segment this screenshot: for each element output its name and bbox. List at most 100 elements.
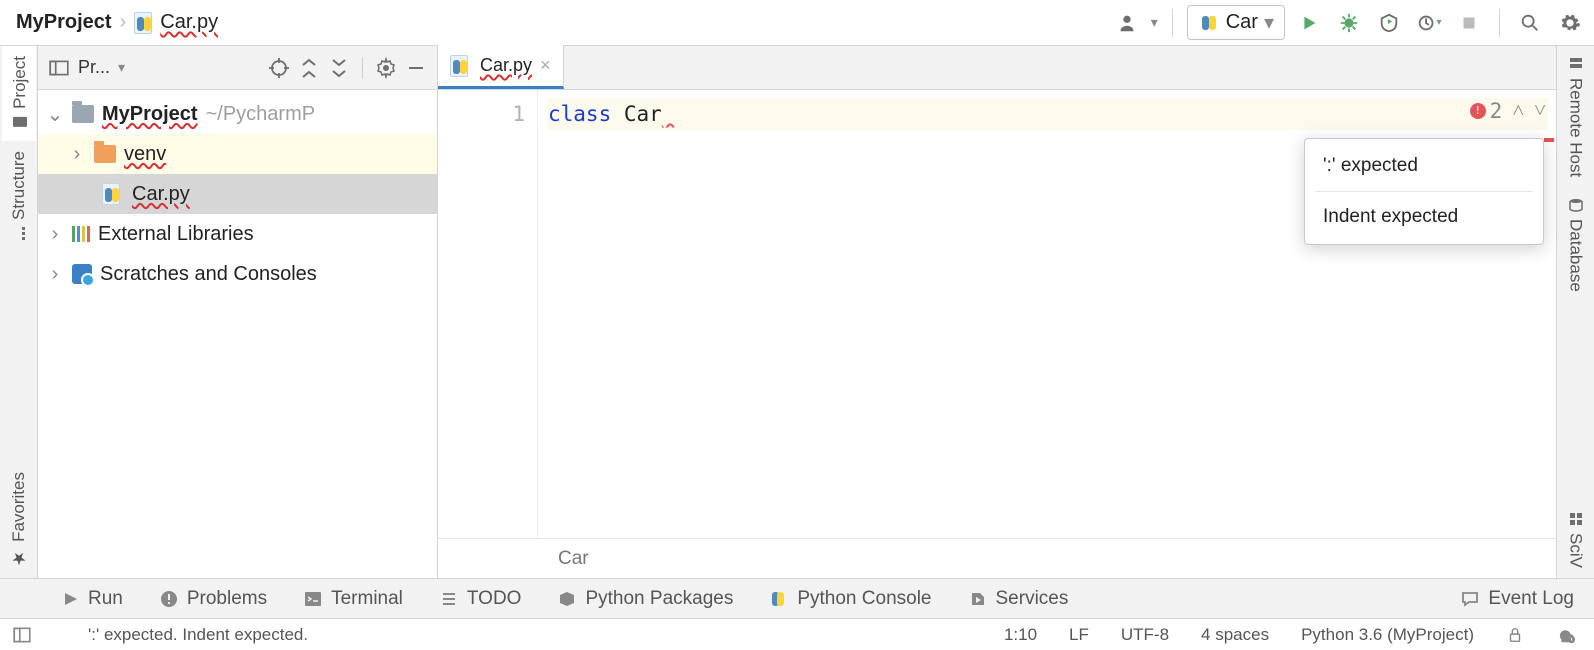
database-tab[interactable]: Database — [1560, 187, 1592, 302]
error-popup: ':' expected Indent expected — [1304, 138, 1544, 245]
run-tool[interactable]: Run — [60, 588, 123, 610]
python-icon — [769, 589, 789, 609]
stop-button[interactable] — [1453, 7, 1485, 39]
terminal-tool-label: Terminal — [331, 588, 403, 610]
terminal-tool[interactable]: Terminal — [303, 588, 403, 610]
editor-tab-car[interactable]: Car.py × — [438, 45, 564, 89]
run-button[interactable] — [1293, 7, 1325, 39]
expand-all-icon[interactable] — [298, 57, 320, 79]
editor-body[interactable]: 1 class Car ! 2 ˄ ˅ ':' expected — [438, 90, 1556, 538]
tree-root-label: MyProject — [102, 103, 198, 126]
error-stripe[interactable] — [1544, 138, 1554, 142]
error-marker-inline — [662, 102, 675, 126]
tree-root[interactable]: ⌄ MyProject ~/PycharmP — [38, 94, 437, 134]
breadcrumb[interactable]: MyProject › Car.py — [16, 11, 218, 34]
line-number: 1 — [438, 98, 525, 130]
breadcrumb-file-label: Car.py — [160, 11, 218, 34]
chevron-right-icon[interactable]: › — [46, 223, 64, 246]
todo-tool[interactable]: TODO — [439, 588, 522, 610]
editor-breadcrumb[interactable]: Car — [438, 538, 1556, 578]
chevron-down-icon[interactable]: ▾ — [1151, 14, 1158, 31]
project-view-icon[interactable] — [48, 57, 70, 79]
identifier-car: Car — [624, 102, 662, 126]
project-tree[interactable]: ⌄ MyProject ~/PycharmP › venv Car.py › E… — [38, 90, 437, 578]
prev-error-icon[interactable]: ˄ — [1512, 98, 1524, 123]
chevron-right-icon: › — [116, 11, 131, 34]
status-indent[interactable]: 4 spaces — [1195, 625, 1275, 645]
database-label: Database — [1566, 219, 1586, 292]
sciview-label: SciV — [1566, 533, 1586, 568]
debug-button[interactable] — [1333, 7, 1365, 39]
eventlog-tool[interactable]: Event Log — [1460, 588, 1574, 610]
run-config-select[interactable]: Car ▾ — [1187, 5, 1285, 40]
status-eol[interactable]: LF — [1063, 625, 1095, 645]
problems-tool[interactable]: Problems — [159, 588, 267, 610]
ide-status-icon[interactable] — [1550, 626, 1582, 644]
keyword-class: class — [548, 102, 611, 126]
code-area[interactable]: class Car ! 2 ˄ ˅ ':' expected Indent ex… — [538, 90, 1556, 538]
chevron-right-icon[interactable]: › — [46, 263, 64, 286]
window-icon[interactable] — [12, 625, 32, 645]
python-file-icon — [134, 12, 156, 34]
tree-car-file[interactable]: Car.py — [38, 174, 437, 214]
package-icon — [557, 589, 577, 609]
python-file-icon — [450, 55, 472, 77]
breadcrumb-project[interactable]: MyProject — [16, 11, 112, 34]
services-icon — [968, 589, 988, 609]
structure-tab-label: Structure — [9, 151, 29, 220]
inspection-widget[interactable]: ! 2 ˄ ˅ — [1470, 98, 1546, 123]
lock-icon[interactable] — [1500, 626, 1530, 644]
gear-icon[interactable] — [375, 57, 397, 79]
status-encoding[interactable]: UTF-8 — [1115, 625, 1175, 645]
tree-extlib-label: External Libraries — [98, 223, 254, 246]
database-icon — [1568, 197, 1584, 213]
code-line-1[interactable]: class Car — [548, 98, 1548, 130]
server-icon — [1568, 56, 1584, 72]
star-icon: ★ — [9, 548, 29, 568]
console-tool-label: Python Console — [797, 588, 931, 610]
breadcrumb-file[interactable]: Car.py — [134, 11, 218, 34]
play-icon — [60, 589, 80, 609]
tree-file-label: Car.py — [132, 183, 190, 206]
remote-host-tab[interactable]: Remote Host — [1560, 46, 1592, 187]
favorites-tool-tab[interactable]: ★ Favorites — [3, 462, 35, 578]
divider — [1315, 191, 1533, 192]
console-tool[interactable]: Python Console — [769, 588, 931, 610]
locate-icon[interactable] — [268, 57, 290, 79]
favorites-tab-label: Favorites — [9, 472, 29, 542]
services-tool-label: Services — [996, 588, 1069, 610]
error-popup-item[interactable]: Indent expected — [1305, 196, 1543, 238]
chevron-right-icon[interactable]: › — [68, 143, 86, 166]
packages-tool[interactable]: Python Packages — [557, 588, 733, 610]
status-bar: ':' expected. Indent expected. 1:10 LF U… — [0, 618, 1594, 650]
gear-icon[interactable] — [1554, 7, 1586, 39]
search-icon[interactable] — [1514, 7, 1546, 39]
collapse-all-icon[interactable] — [328, 57, 350, 79]
chevron-down-icon[interactable]: ⌄ — [46, 102, 64, 127]
next-error-icon[interactable]: ˅ — [1534, 98, 1546, 123]
grid-icon — [1568, 511, 1584, 527]
scratches-icon — [72, 264, 92, 284]
structure-tool-tab[interactable]: Structure — [3, 141, 35, 252]
chevron-down-icon[interactable]: ▾ — [118, 59, 125, 76]
hide-icon[interactable] — [405, 57, 427, 79]
services-tool[interactable]: Services — [968, 588, 1069, 610]
sciview-tab[interactable]: SciV — [1560, 501, 1592, 578]
editor-area: Car.py × 1 class Car ! 2 ˄ ˅ — [438, 46, 1556, 578]
error-popup-item[interactable]: ':' expected — [1305, 145, 1543, 187]
tree-scratches[interactable]: › Scratches and Consoles — [38, 254, 437, 294]
coverage-button[interactable] — [1373, 7, 1405, 39]
tree-venv[interactable]: › venv — [38, 134, 437, 174]
tree-external-libs[interactable]: › External Libraries — [38, 214, 437, 254]
close-icon[interactable]: × — [540, 55, 551, 76]
status-interpreter[interactable]: Python 3.6 (MyProject) — [1295, 625, 1480, 645]
error-count-badge[interactable]: ! 2 — [1470, 99, 1503, 123]
run-with-button[interactable]: ▾ — [1413, 7, 1445, 39]
editor-breadcrumb-class[interactable]: Car — [558, 548, 589, 570]
project-panel-title[interactable]: Pr... — [78, 57, 110, 78]
list-icon — [439, 589, 459, 609]
status-position[interactable]: 1:10 — [998, 625, 1043, 645]
user-icon[interactable] — [1111, 7, 1143, 39]
project-tool-tab[interactable]: Project — [2, 46, 36, 141]
project-panel: Pr... ▾ ⌄ MyProject ~/PycharmP › venv — [38, 46, 438, 578]
